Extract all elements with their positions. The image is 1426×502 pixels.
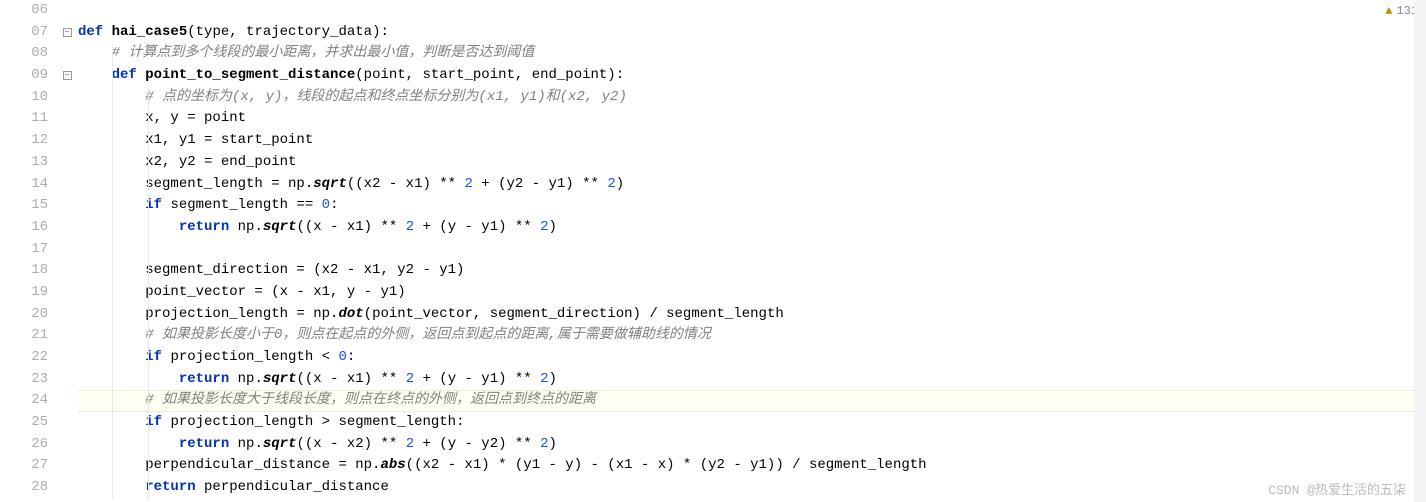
line-number: 25: [0, 412, 48, 434]
line-number-gutter: 0607080910111213141516171819202122232425…: [0, 0, 58, 502]
fold-row: −: [58, 65, 76, 87]
code-line[interactable]: # 如果投影长度大于线段长度，则点在终点的外侧，返回点到终点的距离: [78, 390, 1426, 412]
fold-row: [58, 130, 76, 152]
line-number: 11: [0, 108, 48, 130]
line-number: 10: [0, 87, 48, 109]
fold-row: [58, 412, 76, 434]
fold-row: [58, 239, 76, 261]
code-line[interactable]: return perpendicular_distance: [78, 477, 1426, 499]
line-number: 17: [0, 239, 48, 261]
code-line[interactable]: x, y = point: [78, 108, 1426, 130]
warning-icon: ▲: [1385, 4, 1392, 18]
fold-row: [58, 325, 76, 347]
code-line[interactable]: if segment_length == 0:: [78, 195, 1426, 217]
line-number: 19: [0, 282, 48, 304]
line-number: 21: [0, 325, 48, 347]
fold-row: [58, 0, 76, 22]
fold-row: [58, 87, 76, 109]
fold-row: [58, 217, 76, 239]
line-number: 24: [0, 390, 48, 412]
code-line[interactable]: point_vector = (x - x1, y - y1): [78, 282, 1426, 304]
code-line[interactable]: # 点的坐标为(x, y)，线段的起点和终点坐标分别为(x1, y1)和(x2,…: [78, 87, 1426, 109]
line-number: 28: [0, 477, 48, 499]
code-line[interactable]: x1, y1 = start_point: [78, 130, 1426, 152]
line-number: 06: [0, 0, 48, 22]
code-line[interactable]: perpendicular_distance = np.abs((x2 - x1…: [78, 455, 1426, 477]
line-number: 09: [0, 65, 48, 87]
fold-row: −: [58, 22, 76, 44]
fold-row: [58, 347, 76, 369]
fold-row: [58, 390, 76, 412]
code-line[interactable]: def point_to_segment_distance(point, sta…: [78, 65, 1426, 87]
line-number: 13: [0, 152, 48, 174]
fold-row: [58, 195, 76, 217]
code-line[interactable]: segment_length = np.sqrt((x2 - x1) ** 2 …: [78, 174, 1426, 196]
fold-gutter[interactable]: −−: [58, 0, 76, 502]
code-line[interactable]: # 计算点到多个线段的最小距离，并求出最小值，判断是否达到阈值: [78, 43, 1426, 65]
fold-row: [58, 260, 76, 282]
code-line[interactable]: segment_direction = (x2 - x1, y2 - y1): [78, 260, 1426, 282]
line-number: 20: [0, 304, 48, 326]
line-number: 27: [0, 455, 48, 477]
line-number: 12: [0, 130, 48, 152]
fold-row: [58, 108, 76, 130]
code-line[interactable]: [78, 0, 1426, 22]
fold-row: [58, 43, 76, 65]
code-line[interactable]: return np.sqrt((x - x1) ** 2 + (y - y1) …: [78, 217, 1426, 239]
fold-row: [58, 477, 76, 499]
code-line[interactable]: return np.sqrt((x - x2) ** 2 + (y - y2) …: [78, 434, 1426, 456]
code-line[interactable]: projection_length = np.dot(point_vector,…: [78, 304, 1426, 326]
line-number: 08: [0, 43, 48, 65]
fold-row: [58, 152, 76, 174]
line-number: 15: [0, 195, 48, 217]
line-number: 18: [0, 260, 48, 282]
line-number: 07: [0, 22, 48, 44]
fold-row: [58, 282, 76, 304]
fold-row: [58, 455, 76, 477]
fold-collapse-icon[interactable]: −: [63, 28, 72, 37]
code-area[interactable]: def hai_case5(type, trajectory_data): # …: [76, 0, 1426, 502]
fold-collapse-icon[interactable]: −: [63, 71, 72, 80]
code-line[interactable]: x2, y2 = end_point: [78, 152, 1426, 174]
indent-guide: [112, 44, 113, 500]
code-line[interactable]: # 如果投影长度小于0，则点在起点的外侧，返回点到起点的距离,属于需要做辅助线的…: [78, 325, 1426, 347]
code-editor[interactable]: 0607080910111213141516171819202122232425…: [0, 0, 1426, 502]
fold-row: [58, 304, 76, 326]
fold-row: [58, 434, 76, 456]
vertical-scrollbar[interactable]: [1414, 0, 1426, 502]
line-number: 26: [0, 434, 48, 456]
code-line[interactable]: if projection_length > segment_length:: [78, 412, 1426, 434]
fold-row: [58, 174, 76, 196]
line-number: 23: [0, 369, 48, 391]
code-line[interactable]: if projection_length < 0:: [78, 347, 1426, 369]
code-line[interactable]: return np.sqrt((x - x1) ** 2 + (y - y1) …: [78, 369, 1426, 391]
code-line[interactable]: def hai_case5(type, trajectory_data):: [78, 22, 1426, 44]
line-number: 22: [0, 347, 48, 369]
fold-row: [58, 369, 76, 391]
line-number: 14: [0, 174, 48, 196]
line-number: 16: [0, 217, 48, 239]
indent-guide: [148, 88, 149, 500]
code-line[interactable]: [78, 239, 1426, 261]
